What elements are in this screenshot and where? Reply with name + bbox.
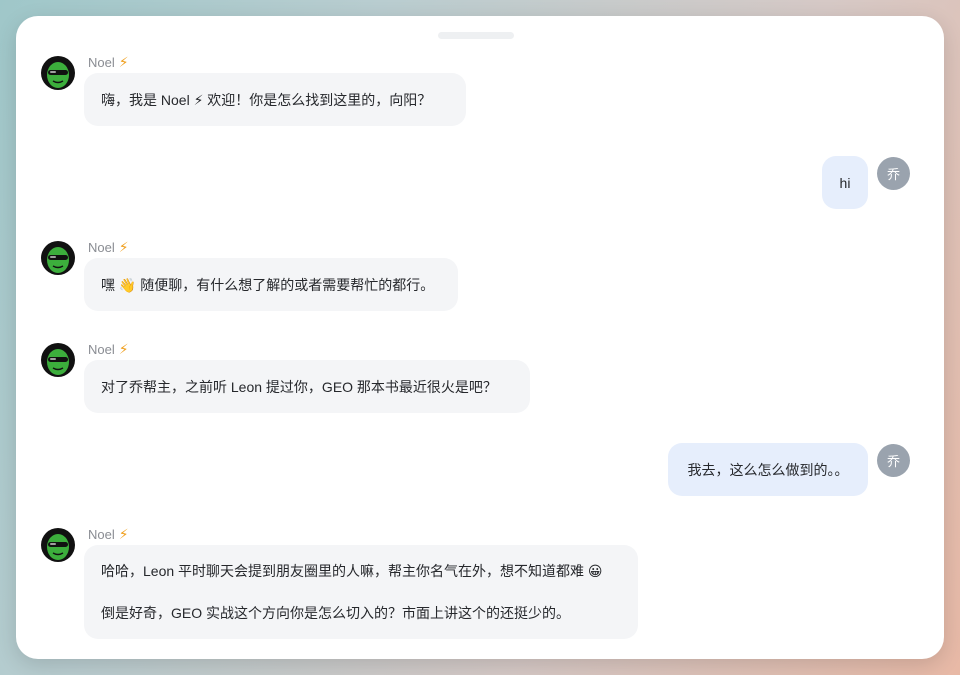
bot-sender-name: Noel ⚡ [88, 239, 129, 255]
bot-avatar-icon[interactable] [41, 56, 75, 90]
bot-avatar-icon[interactable] [41, 343, 75, 377]
message-text: hi [839, 174, 851, 191]
bot-sender-name: Noel ⚡ [88, 526, 129, 542]
bot-avatar-icon[interactable] [41, 528, 75, 562]
message-text: 对了乔帮主，之前听 Leon 提过你，GEO 那本书最近很火是吧？ [101, 378, 497, 395]
message-text: 哈哈，Leon 平时聊天会提到朋友圈里的人嘛，帮主你名气在外，想不知道都难 😀 [101, 563, 603, 579]
lightning-bolt-icon: ⚡ [118, 239, 129, 255]
message-text: 我去，这么怎么做到的。。 [687, 461, 849, 478]
message-text: 嘿 👋 随便聊，有什么想了解的或者需要帮忙的都行。 [101, 276, 435, 293]
bot-avatar-icon[interactable] [41, 241, 75, 275]
bot-sender-name: Noel ⚡ [88, 54, 129, 70]
message-text: 嗨，我是 Noel ⚡ 欢迎！你是怎么找到这里的，向阳？ [101, 91, 432, 108]
bot-message-bubble: 嗨，我是 Noel ⚡ 欢迎！你是怎么找到这里的，向阳？ [84, 73, 466, 126]
user-message-bubble: 我去，这么怎么做到的。。 [668, 443, 868, 496]
chat-window: Noel ⚡ 嗨，我是 Noel ⚡ 欢迎！你是怎么找到这里的，向阳？ hi 乔… [16, 16, 944, 659]
bot-sender-name: Noel ⚡ [88, 341, 129, 357]
user-message-bubble: hi [822, 156, 868, 209]
user-avatar[interactable]: 乔 [877, 444, 910, 477]
bot-message-bubble: 对了乔帮主，之前听 Leon 提过你，GEO 那本书最近很火是吧？ [84, 360, 530, 413]
message-text: 倒是好奇，GEO 实战这个方向你是怎么切入的？市面上讲这个的还挺少的。 [101, 605, 571, 621]
bot-message-bubble: 嘿 👋 随便聊，有什么想了解的或者需要帮忙的都行。 [84, 258, 458, 311]
lightning-bolt-icon: ⚡ [118, 54, 129, 70]
lightning-bolt-icon: ⚡ [118, 341, 129, 357]
user-avatar[interactable]: 乔 [877, 157, 910, 190]
drag-handle[interactable] [438, 32, 514, 39]
bot-message-bubble: 哈哈，Leon 平时聊天会提到朋友圈里的人嘛，帮主你名气在外，想不知道都难 😀 … [84, 545, 638, 639]
lightning-bolt-icon: ⚡ [118, 526, 129, 542]
